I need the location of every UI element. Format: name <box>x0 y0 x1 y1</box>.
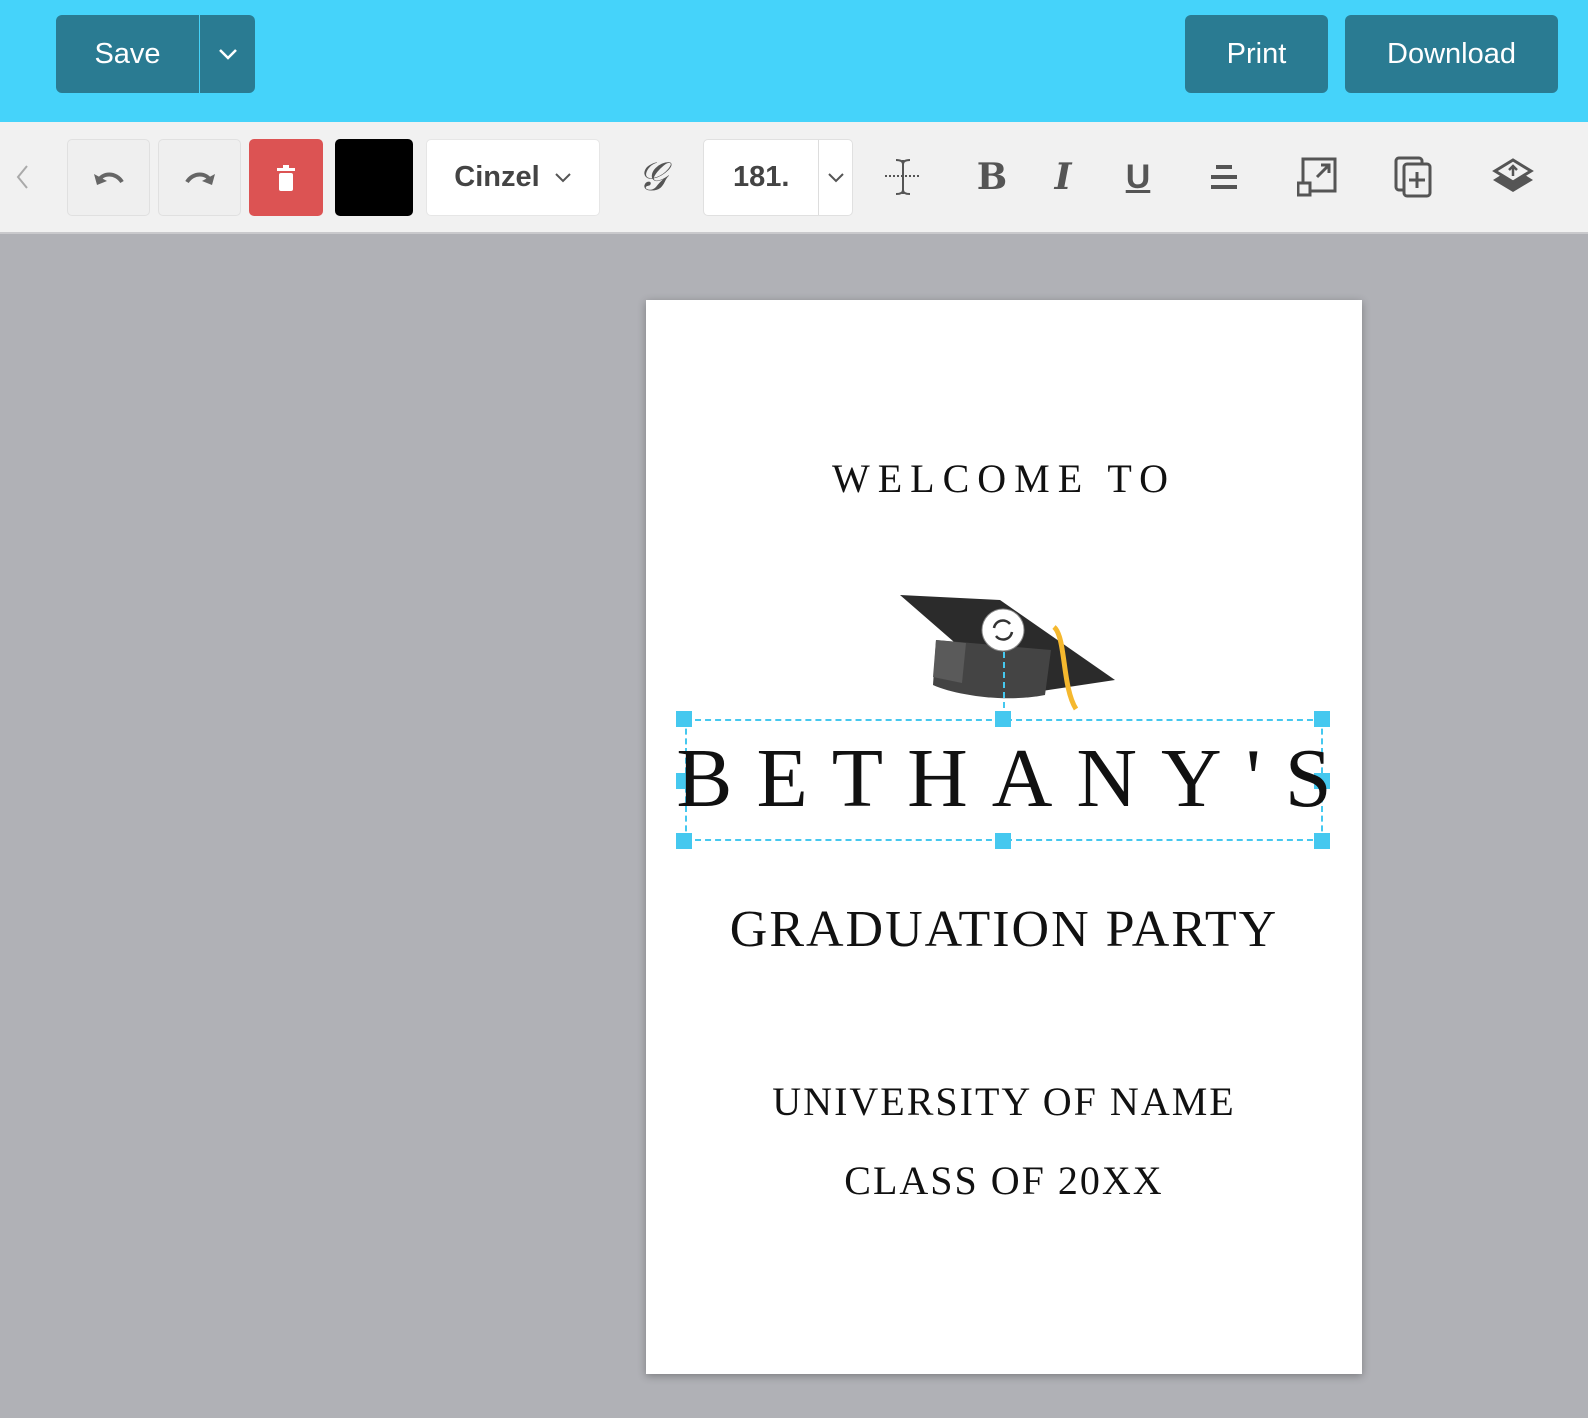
chevron-down-icon <box>554 173 571 183</box>
event-text[interactable]: GRADUATION PARTY <box>646 900 1362 959</box>
save-button[interactable]: Save <box>56 15 199 93</box>
resize-handle-bl[interactable] <box>676 833 692 849</box>
rotate-handle[interactable] <box>979 606 1027 654</box>
underline-button[interactable]: U <box>1113 152 1163 202</box>
scroll-left-button[interactable] <box>0 152 44 202</box>
print-button[interactable]: Print <box>1185 15 1328 93</box>
align-center-button[interactable] <box>1199 152 1249 202</box>
layer-forward-button[interactable] <box>1488 152 1538 202</box>
top-bar: Save Print Download <box>0 0 1588 122</box>
layers-icon <box>1492 158 1534 192</box>
font-style-icon[interactable]: 𝒢 <box>627 152 677 202</box>
chevron-down-icon <box>828 173 844 183</box>
rotate-guide-line <box>1003 652 1005 718</box>
undo-button[interactable] <box>67 139 150 216</box>
print-label: Print <box>1226 37 1287 70</box>
italic-icon: I <box>1054 156 1072 198</box>
name-text[interactable]: BETHANY'S <box>646 730 1362 827</box>
bold-button[interactable]: B <box>967 152 1017 202</box>
chevron-left-icon <box>16 165 28 189</box>
design-page[interactable]: WELCOME TO BETHANY'S GRADUATION PARTY UN… <box>646 300 1362 1374</box>
line-height-button[interactable] <box>878 152 928 202</box>
toolbar: Cinzel 𝒢 181. B I U <box>0 122 1588 234</box>
trash-icon <box>277 164 295 191</box>
undo-icon <box>93 172 124 185</box>
redo-button[interactable] <box>158 139 241 216</box>
color-swatch[interactable] <box>335 139 413 216</box>
chevron-down-icon <box>218 49 237 60</box>
duplicate-icon <box>1394 156 1432 198</box>
resize-handle-b[interactable] <box>995 833 1011 849</box>
bold-icon: B <box>976 156 1008 198</box>
font-size-value: 181. <box>732 161 790 193</box>
download-label: Download <box>1387 37 1516 70</box>
resize-handle-t[interactable] <box>995 711 1011 727</box>
font-select[interactable]: Cinzel <box>426 139 600 216</box>
resize-handle-tl[interactable] <box>676 711 692 727</box>
download-button[interactable]: Download <box>1345 15 1558 93</box>
university-text[interactable]: UNIVERSITY OF NAME <box>646 1078 1362 1125</box>
welcome-text[interactable]: WELCOME TO <box>646 455 1362 502</box>
resize-handle-tr[interactable] <box>1314 711 1330 727</box>
font-name: Cinzel <box>454 161 540 193</box>
resize-button[interactable] <box>1292 152 1342 202</box>
underline-icon: U <box>1125 157 1151 196</box>
align-center-icon <box>1211 165 1237 189</box>
text-spacing-icon <box>885 159 921 195</box>
font-size-input[interactable]: 181. <box>703 139 853 216</box>
duplicate-button[interactable] <box>1389 152 1439 202</box>
italic-button[interactable]: I <box>1038 152 1088 202</box>
resize-icon <box>1297 157 1337 197</box>
resize-handle-br[interactable] <box>1314 833 1330 849</box>
class-year-text[interactable]: CLASS OF 20XX <box>646 1157 1362 1204</box>
redo-icon <box>184 172 215 185</box>
save-options-button[interactable] <box>200 15 255 93</box>
font-size-dropdown[interactable] <box>818 140 852 215</box>
delete-button[interactable] <box>249 139 323 216</box>
save-label: Save <box>94 37 161 70</box>
